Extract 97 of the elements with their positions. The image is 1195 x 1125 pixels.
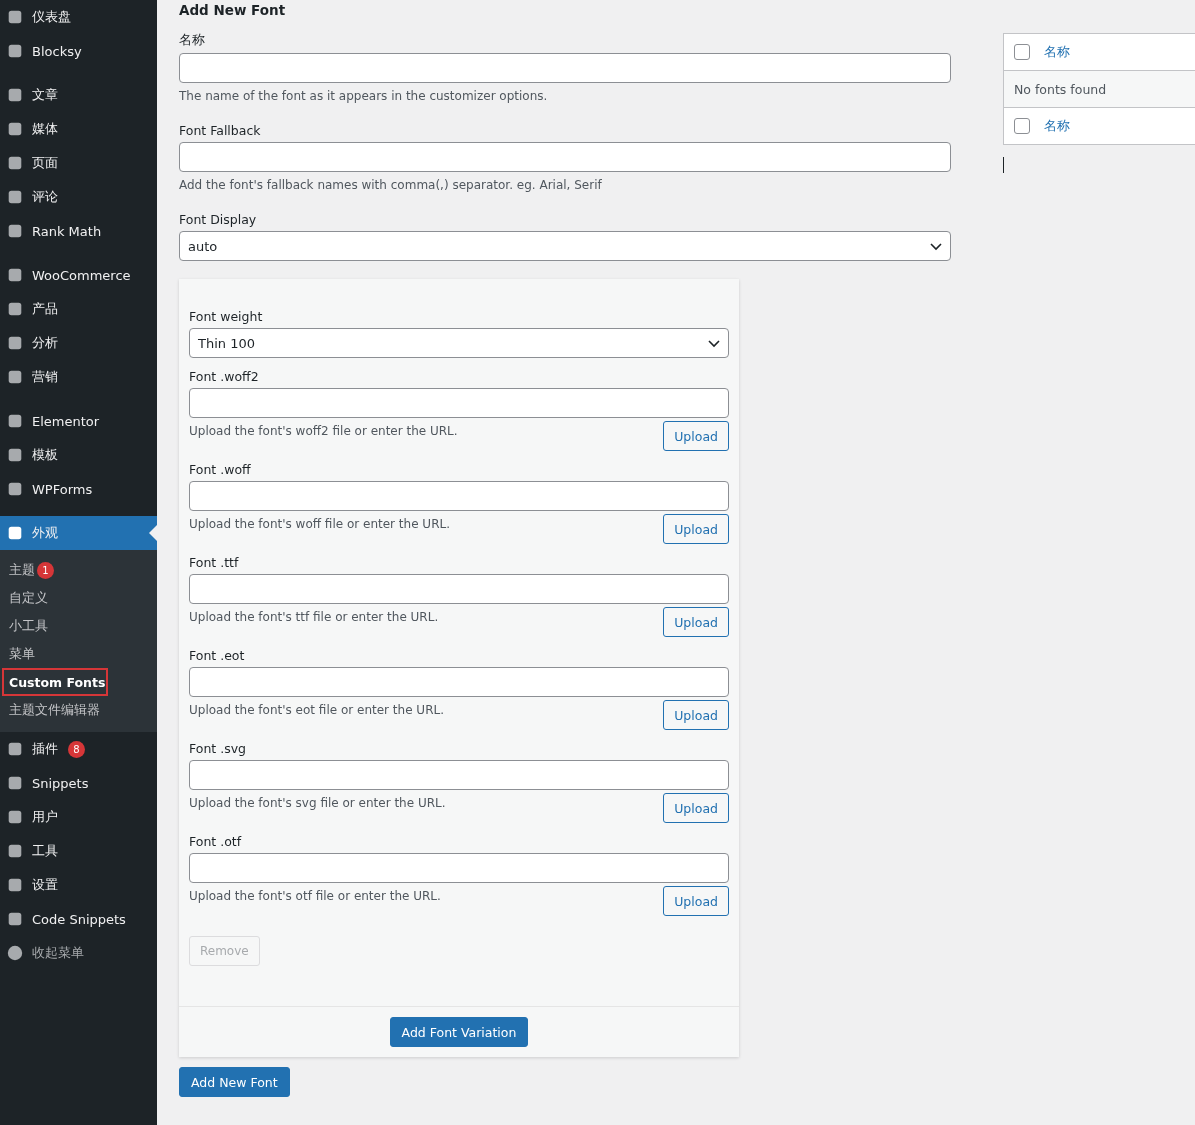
submenu-item[interactable]: 主题文件编辑器 (0, 696, 157, 724)
upload-button[interactable]: Upload (663, 514, 729, 544)
submenu-item[interactable]: Custom Fonts (2, 668, 108, 696)
menu-icon (6, 86, 24, 104)
field-label: Font weight (189, 309, 264, 324)
field-label: Font .otf (189, 834, 243, 849)
url-input[interactable] (189, 388, 729, 418)
weight-select[interactable]: Thin 100 (189, 328, 729, 358)
menu-icon (6, 524, 24, 542)
help-text: Upload the font's ttf file or enter the URL. (189, 610, 439, 624)
menu-icon (6, 154, 24, 172)
sidebar-item[interactable]: Code Snippets (0, 902, 157, 936)
submenu-item[interactable]: 小工具 (0, 612, 157, 640)
sidebar-item[interactable]: 设置 (0, 868, 157, 902)
url-input[interactable] (189, 760, 729, 790)
sidebar-item[interactable]: 插件 8 (0, 732, 157, 766)
url-input[interactable] (189, 574, 729, 604)
sidebar-item[interactable]: Elementor (0, 404, 157, 438)
menu-icon (6, 222, 24, 240)
sidebar-item[interactable]: 页面 (0, 146, 157, 180)
count-badge: 1 (37, 561, 54, 579)
submenu-item[interactable]: 菜单 (0, 640, 157, 668)
sidebar-item[interactable]: WPForms (0, 472, 157, 506)
upload-button[interactable]: Upload (663, 421, 729, 451)
menu-icon (6, 842, 24, 860)
sidebar-item[interactable]: Rank Math (0, 214, 157, 248)
sidebar-item[interactable]: 分析 (0, 326, 157, 360)
fallback-input[interactable] (179, 142, 951, 172)
help-text: Upload the font's eot file or enter the URL. (189, 703, 444, 717)
submenu-item[interactable]: 自定义 (0, 584, 157, 612)
sidebar-item[interactable]: 工具 (0, 834, 157, 868)
sidebar-item[interactable]: Blocksy (0, 34, 157, 68)
name-input[interactable] (179, 53, 951, 83)
upload-button[interactable]: Upload (663, 886, 729, 916)
help-text: The name of the font as it appears in the customizer options. (179, 89, 549, 103)
sidebar-item[interactable]: 文章 (0, 78, 157, 112)
menu-icon (6, 334, 24, 352)
url-input[interactable] (189, 853, 729, 883)
menu-icon (6, 266, 24, 284)
field-label: Font .ttf (189, 555, 240, 570)
help-text: Upload the font's woff2 file or enter the URL. (189, 424, 458, 438)
help-text: Upload the font's otf file or enter the URL. (189, 889, 441, 903)
sidebar-item[interactable]: 模板 (0, 438, 157, 472)
help-text: Upload the font's svg file or enter the URL. (189, 796, 446, 810)
field-label: Font .svg (189, 741, 247, 756)
menu-icon (6, 412, 24, 430)
sidebar-item[interactable]: 收起菜单 (0, 936, 157, 970)
form-title: Add New Font (179, 2, 287, 18)
menu-icon (6, 774, 24, 792)
checkbox[interactable] (1014, 118, 1030, 134)
current-pointer-icon (149, 525, 157, 541)
field-label: Font .woff2 (189, 369, 260, 384)
count-badge: 8 (68, 740, 85, 758)
menu-icon (6, 876, 24, 894)
sidebar-item[interactable]: 营销 (0, 360, 157, 394)
sidebar-item[interactable]: 评论 (0, 180, 157, 214)
submenu-item[interactable]: 主题 1 (0, 556, 157, 584)
menu-icon (6, 188, 24, 206)
menu-icon (6, 368, 24, 386)
sidebar-item[interactable]: 外观 (0, 516, 157, 550)
column-header[interactable]: 名称 (1044, 43, 1070, 61)
sidebar-item[interactable]: 仪表盘 (0, 0, 157, 34)
upload-button[interactable]: Upload (663, 700, 729, 730)
sidebar-item[interactable]: Snippets (0, 766, 157, 800)
sidebar-item[interactable]: WooCommerce (0, 258, 157, 292)
menu-icon (6, 480, 24, 498)
add-variation-button[interactable]: Add Font Variation (389, 1017, 529, 1047)
menu-icon (6, 8, 24, 26)
sidebar-item[interactable]: 产品 (0, 292, 157, 326)
field-label: Font Fallback (179, 123, 262, 138)
chevron-icon (930, 243, 942, 251)
menu-icon (6, 300, 24, 318)
upload-button[interactable]: Upload (663, 607, 729, 637)
menu-icon (6, 910, 24, 928)
sidebar-item[interactable]: 用户 (0, 800, 157, 834)
help-text: Add the font's fallback names with comma(,) separator. eg. Arial, Serif (179, 178, 603, 192)
menu-icon (6, 446, 24, 464)
url-input[interactable] (189, 481, 729, 511)
menu-icon (6, 120, 24, 138)
sidebar-item[interactable]: 媒体 (0, 112, 157, 146)
empty-message: No fonts found (1004, 70, 1195, 108)
chevron-icon (708, 340, 720, 348)
help-text: Upload the font's woff file or enter the URL. (189, 517, 450, 531)
menu-icon (6, 808, 24, 826)
add-font-button[interactable]: Add New Font (179, 1067, 290, 1097)
checkbox[interactable] (1014, 44, 1030, 60)
column-header[interactable]: 名称 (1044, 117, 1070, 135)
menu-icon (6, 944, 24, 962)
field-label: 名称 (179, 32, 206, 49)
field-label: Font .eot (189, 648, 246, 663)
field-label: Font .woff (189, 462, 252, 477)
display-select[interactable]: auto (179, 231, 951, 261)
menu-icon (6, 42, 24, 60)
url-input[interactable] (189, 667, 729, 697)
menu-icon (6, 740, 24, 758)
upload-button[interactable]: Upload (663, 793, 729, 823)
field-label: Font Display (179, 212, 258, 227)
